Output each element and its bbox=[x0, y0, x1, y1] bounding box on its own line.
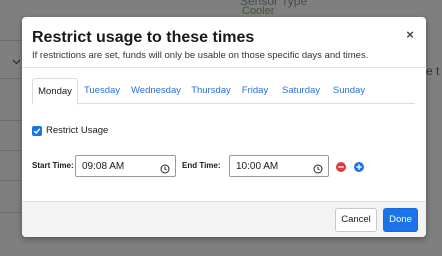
clock-icon[interactable] bbox=[160, 161, 170, 179]
background-table-lines bbox=[0, 0, 22, 256]
tab-friday[interactable]: Friday bbox=[240, 78, 270, 104]
tab-saturday[interactable]: Saturday bbox=[282, 78, 320, 104]
tab-tuesday[interactable]: Tuesday bbox=[82, 78, 122, 104]
done-button[interactable]: Done bbox=[383, 208, 418, 232]
clock-icon[interactable] bbox=[313, 161, 323, 179]
day-tabs: Monday Tuesday Wednesday Thursday Friday… bbox=[32, 78, 415, 105]
end-time-label: End Time: bbox=[182, 161, 221, 170]
start-time-input[interactable]: 09:08 AM bbox=[75, 155, 176, 177]
cancel-button[interactable]: Cancel bbox=[335, 208, 377, 232]
end-time-input[interactable]: 10:00 AM bbox=[229, 155, 329, 177]
remove-time-range-button[interactable] bbox=[336, 162, 346, 172]
dialog-footer: Cancel Done bbox=[22, 201, 426, 237]
restrict-usage-checkbox[interactable] bbox=[32, 126, 42, 136]
start-time-label: Start Time: bbox=[32, 161, 74, 170]
close-icon[interactable]: × bbox=[403, 28, 417, 42]
add-time-range-button[interactable] bbox=[354, 162, 364, 172]
plus-circle-icon bbox=[354, 162, 364, 172]
restrict-times-dialog: Restrict usage to these times If restric… bbox=[22, 17, 426, 237]
dialog-header: Restrict usage to these times If restric… bbox=[22, 17, 426, 68]
dialog-subtitle: If restrictions are set, funds will only… bbox=[32, 50, 369, 61]
dialog-title: Restrict usage to these times bbox=[32, 29, 255, 46]
tab-monday[interactable]: Monday bbox=[32, 78, 78, 105]
background-sensor-type-value: Cooler bbox=[242, 5, 275, 17]
tab-wednesday[interactable]: Wednesday bbox=[130, 78, 182, 104]
restrict-usage-label: Restrict Usage bbox=[46, 125, 109, 136]
tab-thursday[interactable]: Thursday bbox=[190, 78, 232, 104]
end-time-value: 10:00 AM bbox=[236, 161, 279, 172]
minus-circle-icon bbox=[336, 162, 346, 172]
background-chevron-down-icon bbox=[12, 56, 21, 68]
start-time-value: 09:08 AM bbox=[82, 161, 125, 172]
tab-sunday[interactable]: Sunday bbox=[332, 78, 366, 104]
